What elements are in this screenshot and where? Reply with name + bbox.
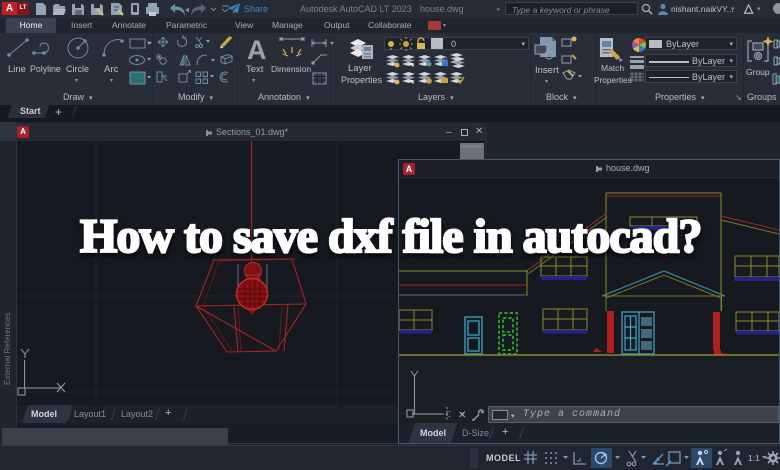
svg-text:A: A bbox=[247, 35, 267, 65]
svg-text:1:1: 1:1 bbox=[748, 453, 760, 463]
